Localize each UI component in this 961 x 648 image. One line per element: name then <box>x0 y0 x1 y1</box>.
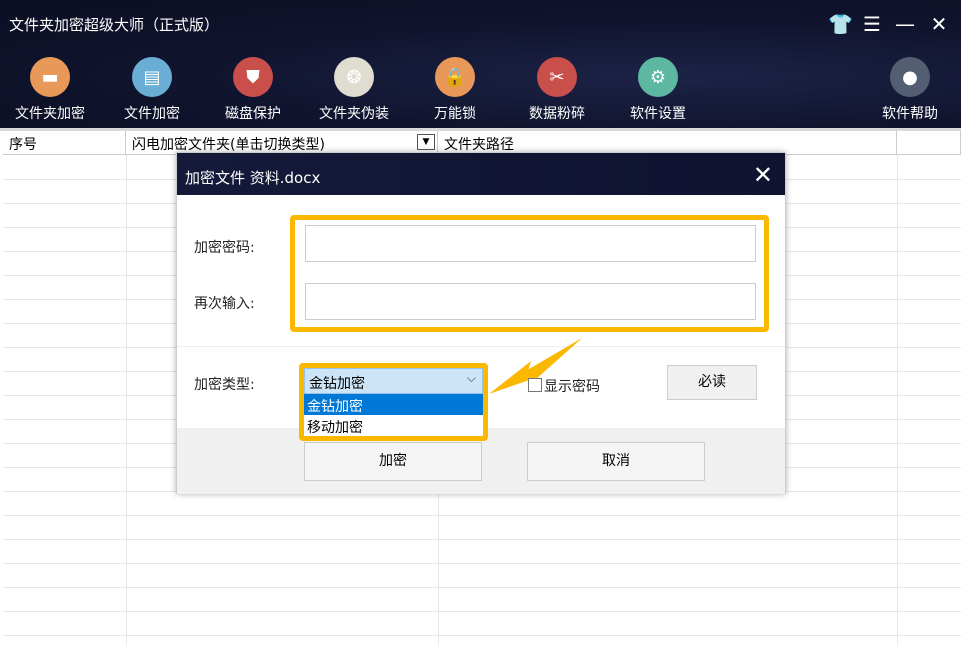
divider <box>177 346 785 347</box>
toolbar-lock-button[interactable]: 🔒 万能锁 <box>410 57 500 123</box>
table-row[interactable] <box>3 563 961 564</box>
gear-icon: ⚙ <box>638 57 678 97</box>
toolbar-label: 软件帮助 <box>882 106 938 122</box>
show-password-checkbox[interactable] <box>528 378 542 392</box>
type-option[interactable]: 金钻加密 <box>304 394 483 415</box>
folder-icon: ▬ <box>30 57 70 97</box>
table-row[interactable] <box>3 587 961 588</box>
header-bar: 文件夹加密超级大师（正式版） 👕 ☰ — ✕ ▬ 文件夹加密 ▤ 文件加密 ⛊ 磁盘保护 ❂… <box>0 0 961 128</box>
table-row[interactable] <box>3 515 961 516</box>
palette-icon: ❂ <box>334 57 374 97</box>
cancel-button[interactable]: 取消 <box>527 442 705 481</box>
toolbar-label: 软件设置 <box>630 106 686 122</box>
toolbar-label: 文件加密 <box>124 106 180 122</box>
type-label: 加密类型: <box>194 377 255 393</box>
toolbar-folder-button[interactable]: ▬ 文件夹加密 <box>5 57 95 123</box>
clipboard-icon: ▤ <box>132 57 172 97</box>
toolbar-user-button[interactable]: ● 软件帮助 <box>865 57 955 123</box>
column-divider <box>126 155 127 645</box>
type-option[interactable]: 移动加密 <box>304 415 483 436</box>
column-divider <box>897 155 898 645</box>
lock-icon: 🔒 <box>435 57 475 97</box>
toolbar-label: 磁盘保护 <box>225 106 281 122</box>
minimize-button[interactable]: — <box>893 12 917 36</box>
dialog-title: 加密文件 资料.docx <box>185 169 321 187</box>
toolbar-clipboard-button[interactable]: ▤ 文件加密 <box>107 57 197 123</box>
toolbar-gear-button[interactable]: ⚙ 软件设置 <box>613 57 703 123</box>
table-row[interactable] <box>3 635 961 636</box>
close-button[interactable]: ✕ <box>927 12 951 36</box>
toolbar-label: 文件夹伪装 <box>319 106 389 122</box>
user-icon: ● <box>890 57 930 97</box>
column-header-extra <box>897 131 961 155</box>
toolbar-label: 文件夹加密 <box>15 106 85 122</box>
password-label: 加密密码: <box>194 240 255 256</box>
dialog-title-bar: 加密文件 资料.docx ✕ <box>177 153 785 195</box>
app-title: 文件夹加密超级大师（正式版） <box>9 16 220 34</box>
type-selected-value: 金钻加密 <box>309 376 365 392</box>
skin-button[interactable]: 👕 <box>828 12 853 36</box>
type-select[interactable]: 金钻加密 ⌵ <box>304 368 483 394</box>
toolbar-scissors-button[interactable]: ✂ 数据粉碎 <box>512 57 602 123</box>
table-row[interactable] <box>3 611 961 612</box>
shield-icon: ⛊ <box>233 57 273 97</box>
toolbar-label: 万能锁 <box>434 106 476 122</box>
column-header-index[interactable]: 序号 <box>3 131 126 155</box>
menu-button[interactable]: ☰ <box>860 12 884 36</box>
confirm-password-label: 再次输入: <box>194 296 255 312</box>
show-password-label[interactable]: 显示密码 <box>544 376 600 396</box>
chevron-down-icon: ⌵ <box>466 371 476 385</box>
password-input[interactable] <box>305 225 756 262</box>
encrypt-dialog: 加密文件 资料.docx ✕ 加密密码: 再次输入: 加密类型: 金钻加密 ⌵ … <box>176 152 786 494</box>
table-row[interactable] <box>3 539 961 540</box>
toolbar-shield-button[interactable]: ⛊ 磁盘保护 <box>208 57 298 123</box>
scissors-icon: ✂ <box>537 57 577 97</box>
column-header-type-label: 闪电加密文件夹(单击切换类型) <box>132 137 325 153</box>
toolbar-label: 数据粉碎 <box>529 106 585 122</box>
toolbar-palette-button[interactable]: ❂ 文件夹伪装 <box>309 57 399 123</box>
encrypt-button[interactable]: 加密 <box>304 442 482 481</box>
must-read-button[interactable]: 必读 <box>667 365 757 400</box>
type-dropdown-icon[interactable]: ▼ <box>417 134 435 150</box>
dialog-close-icon[interactable]: ✕ <box>753 161 773 189</box>
confirm-password-input[interactable] <box>305 283 756 320</box>
